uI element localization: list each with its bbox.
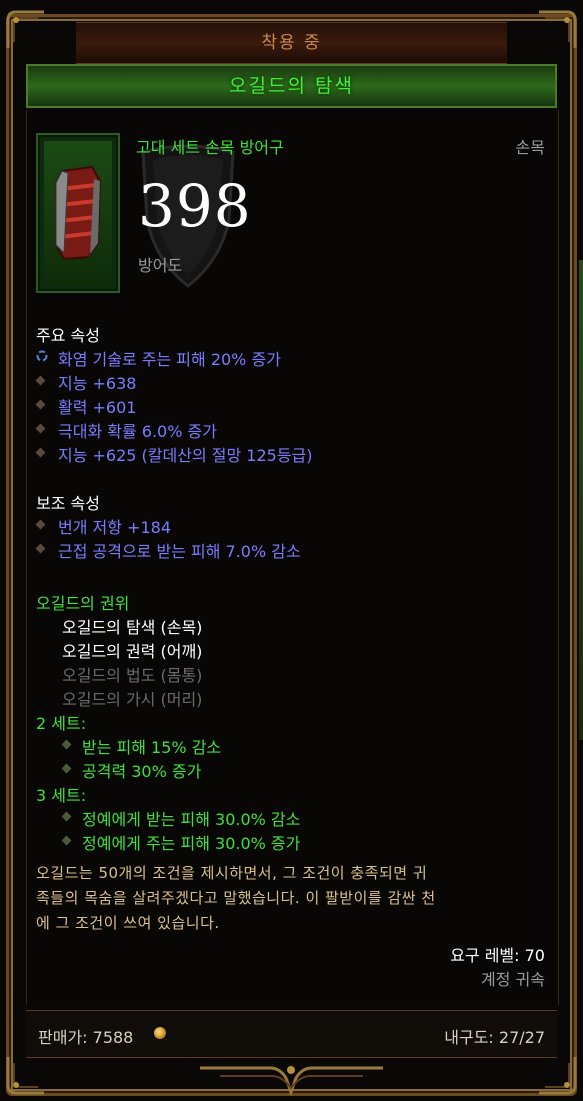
corner-ornament-icon [535,1053,579,1097]
primary-props-title: 주요 속성 [36,326,100,345]
required-level: 요구 레벨: 70 [450,946,545,965]
item-tooltip: 착용 중 오길드의 탐색 고대 세트 손목 방어구 손목 398 방어도 주요 … [0,0,583,1101]
flavor-text-line: 오길드는 50개의 조건을 제시하면서, 그 조건이 충족되면 귀 [36,864,428,882]
bottom-ornament-icon [200,1066,383,1097]
primary-prop: 지능 +638 [58,374,137,393]
set-bonus-effect: 정예에게 받는 피해 30.0% 감소 [82,810,301,829]
secondary-prop: 번개 저항 +184 [58,518,171,537]
set-item-missing: 오길드의 법도 (몸통) [62,666,203,685]
enchant-icon [36,350,48,362]
set-bonus-effect: 정예에게 주는 피해 30.0% 증가 [82,834,301,853]
durability: 내구도: 27/27 [444,1028,545,1047]
corner-ornament-icon [4,8,48,52]
set-title: 오길드의 권위 [36,594,130,613]
primary-prop: 지능 +625 (칼데산의 절망 125등급) [58,446,313,465]
flavor-text-line: 족들의 목숨을 살려주겠다고 말했습니다. 이 팔받이를 감싼 천 [36,889,436,907]
bracer-icon [55,165,102,261]
item-type: 고대 세트 손목 방어구 [136,138,284,157]
secondary-prop: 근접 공격으로 받는 피해 7.0% 감소 [58,542,301,561]
item-name: 오길드의 탐색 [229,75,354,97]
background-strip [579,260,583,740]
account-bound: 계정 귀속 [481,970,545,989]
primary-prop: 화염 기술로 주는 피해 20% 증가 [58,350,281,369]
set-item-owned: 오길드의 권력 (어깨) [62,642,203,661]
gold-coin-icon [154,1027,166,1039]
primary-prop: 활력 +601 [58,398,137,417]
set-bonus-label: 3 세트: [36,786,87,805]
corner-ornament-icon [535,8,579,52]
set-bonus-effect: 받는 피해 15% 감소 [82,738,222,757]
flavor-text-line: 에 그 조건이 쓰여 있습니다. [36,914,220,932]
item-icon-frame [36,133,120,293]
primary-prop: 극대화 확률 6.0% 증가 [58,422,217,441]
sell-price: 판매가: 7588 [38,1028,134,1047]
set-bonus-label: 2 세트: [36,714,87,733]
equipped-header: 착용 중 [76,22,507,64]
armor-value: 398 [138,172,252,240]
set-item-owned: 오길드의 탐색 (손목) [62,618,203,637]
equipped-label: 착용 중 [261,33,322,53]
item-name-banner: 오길드의 탐색 [26,64,557,108]
item-slot: 손목 [515,138,545,157]
corner-ornament-icon [4,1053,48,1097]
set-item-missing: 오길드의 가시 (머리) [62,690,203,709]
secondary-props-title: 보조 속성 [36,494,100,513]
set-bonus-effect: 공격력 30% 증가 [82,762,202,781]
armor-label: 방어도 [138,256,183,275]
